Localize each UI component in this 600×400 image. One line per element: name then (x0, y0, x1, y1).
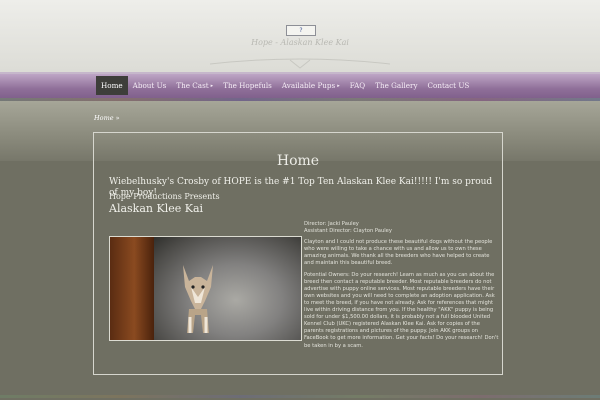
puppy-photo (109, 236, 302, 341)
submenu-arrow-icon: ▸ (337, 82, 340, 89)
nav-item-the-gallery[interactable]: The Gallery (370, 76, 422, 95)
breed-heading: Alaskan Klee Kai (109, 202, 204, 215)
nav-label: The Cast (176, 81, 209, 90)
puppy-figure (183, 265, 213, 333)
nav-label: Available Pups (281, 81, 336, 90)
info-column: Director: Jacki Pauley Assistant Directo… (304, 221, 499, 354)
breadcrumb-separator: » (115, 114, 120, 122)
nav-item-faq[interactable]: FAQ (345, 76, 370, 95)
nav-label: Home (101, 81, 123, 90)
breadcrumb-home-link[interactable]: Home (94, 114, 114, 122)
nav-item-the-hopefuls[interactable]: The Hopefuls (218, 76, 277, 95)
footer-divider (0, 395, 600, 398)
site-header: ? Hope - Alaskan Klee Kai (0, 0, 600, 72)
nav-label: The Hopefuls (223, 81, 272, 90)
nav-item-the-cast[interactable]: The Cast ▸ (171, 76, 218, 95)
broken-image-icon[interactable]: ? (286, 25, 316, 36)
nav-item-available-pups[interactable]: Available Pups ▸ (277, 76, 345, 95)
director-line: Director: Jacki Pauley (304, 221, 359, 227)
header-swoosh-decoration (209, 58, 391, 69)
content-panel: Home Wiebelhusky's Crosby of HOPE is the… (93, 132, 503, 375)
nav-item-contact-us[interactable]: Contact US (423, 76, 475, 95)
submenu-arrow-icon: ▸ (210, 82, 214, 89)
nav-item-about-us[interactable]: About Us (128, 76, 172, 95)
page-title: Home (276, 153, 320, 169)
thanks-paragraph: Clayton and I could not produce these be… (304, 239, 493, 267)
director-credits: Director: Jacki Pauley Assistant Directo… (304, 221, 499, 235)
main-nav: Home About Us The Cast ▸ The Hopefuls Ava… (96, 76, 474, 95)
breadcrumb: Home » (94, 114, 120, 122)
site-title[interactable]: Hope - Alaskan Klee Kai (0, 38, 600, 47)
nav-label: About Us (132, 81, 167, 90)
nav-label: FAQ (349, 81, 366, 90)
nav-label: The Gallery (375, 81, 418, 90)
assistant-director-line: Assistant Director: Clayton Pauley (304, 228, 392, 235)
nav-item-home[interactable]: Home (96, 76, 128, 95)
photo-door-area (110, 237, 154, 340)
owners-paragraph: Potential Owners: Do your research! Lear… (304, 271, 499, 349)
nav-label: Contact US (427, 81, 470, 90)
presents-text: Hope Productions Presents (109, 192, 220, 201)
